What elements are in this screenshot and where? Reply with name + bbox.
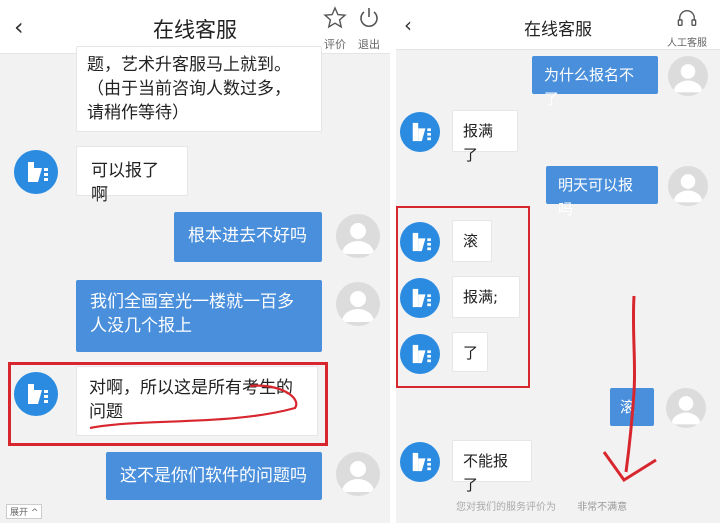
headset-icon — [677, 10, 697, 26]
message-bubble: 可以报了啊 — [76, 146, 188, 205]
message-bubble: 报满了 — [452, 110, 518, 164]
user-avatar — [336, 282, 380, 326]
message-bubble: 根本进去不好吗 — [174, 212, 322, 262]
cs-avatar — [400, 278, 440, 318]
message-bubble: 不能报了 — [452, 440, 532, 494]
cs-avatar — [14, 150, 58, 194]
message-bubble: 报满; — [452, 276, 520, 318]
exit-button[interactable]: 退出 — [354, 6, 384, 52]
scribble-annotation — [89, 384, 298, 430]
user-avatar — [336, 214, 380, 258]
message-bubble: 这不是你们软件的问题吗 — [106, 452, 322, 500]
message-bubble: 题，艺术升客服马上就到。 （由于当前咨询人数过多， 请稍作等待） — [76, 46, 322, 132]
rate-button[interactable]: 评价 — [318, 6, 352, 52]
cs-avatar — [400, 442, 440, 482]
cs-avatar — [400, 222, 440, 262]
message-bubble: 明天可以报吗 — [546, 166, 658, 218]
left-chat-screenshot: ‹ 在线客服 评价 退出 题，艺术升客服马上就到。 （由于当前咨询人数过多， 请… — [0, 0, 390, 523]
message-bubble: 滚 — [452, 220, 492, 262]
rating-option[interactable]: 非常不满意 — [577, 502, 627, 513]
message-bubble: 为什么报名不了 — [532, 56, 658, 108]
user-avatar — [668, 166, 708, 206]
star-icon — [323, 6, 347, 29]
arrow-annotation — [602, 295, 657, 483]
right-chat-screenshot: ‹ 在线客服 人工客服 为什么报名不了 报满了 明天可以报吗 滚 报满; 了 滚… — [396, 0, 720, 523]
expand-tag[interactable]: 展开 ^ — [6, 504, 43, 519]
cs-avatar — [400, 334, 440, 374]
human-service-button[interactable]: 人工客服 — [658, 8, 716, 49]
user-avatar — [336, 452, 380, 496]
message-bubble: 我们全画室光一楼就一百多 人没几个报上 — [76, 280, 322, 352]
top-bar: ‹ 在线客服 人工客服 — [396, 0, 720, 50]
service-rating-bar: 您对我们的服务评价为 非常不满意 — [456, 502, 628, 513]
user-avatar — [668, 56, 708, 96]
cs-avatar — [400, 112, 440, 152]
power-icon — [360, 8, 378, 27]
message-bubble: 了 — [452, 332, 488, 372]
